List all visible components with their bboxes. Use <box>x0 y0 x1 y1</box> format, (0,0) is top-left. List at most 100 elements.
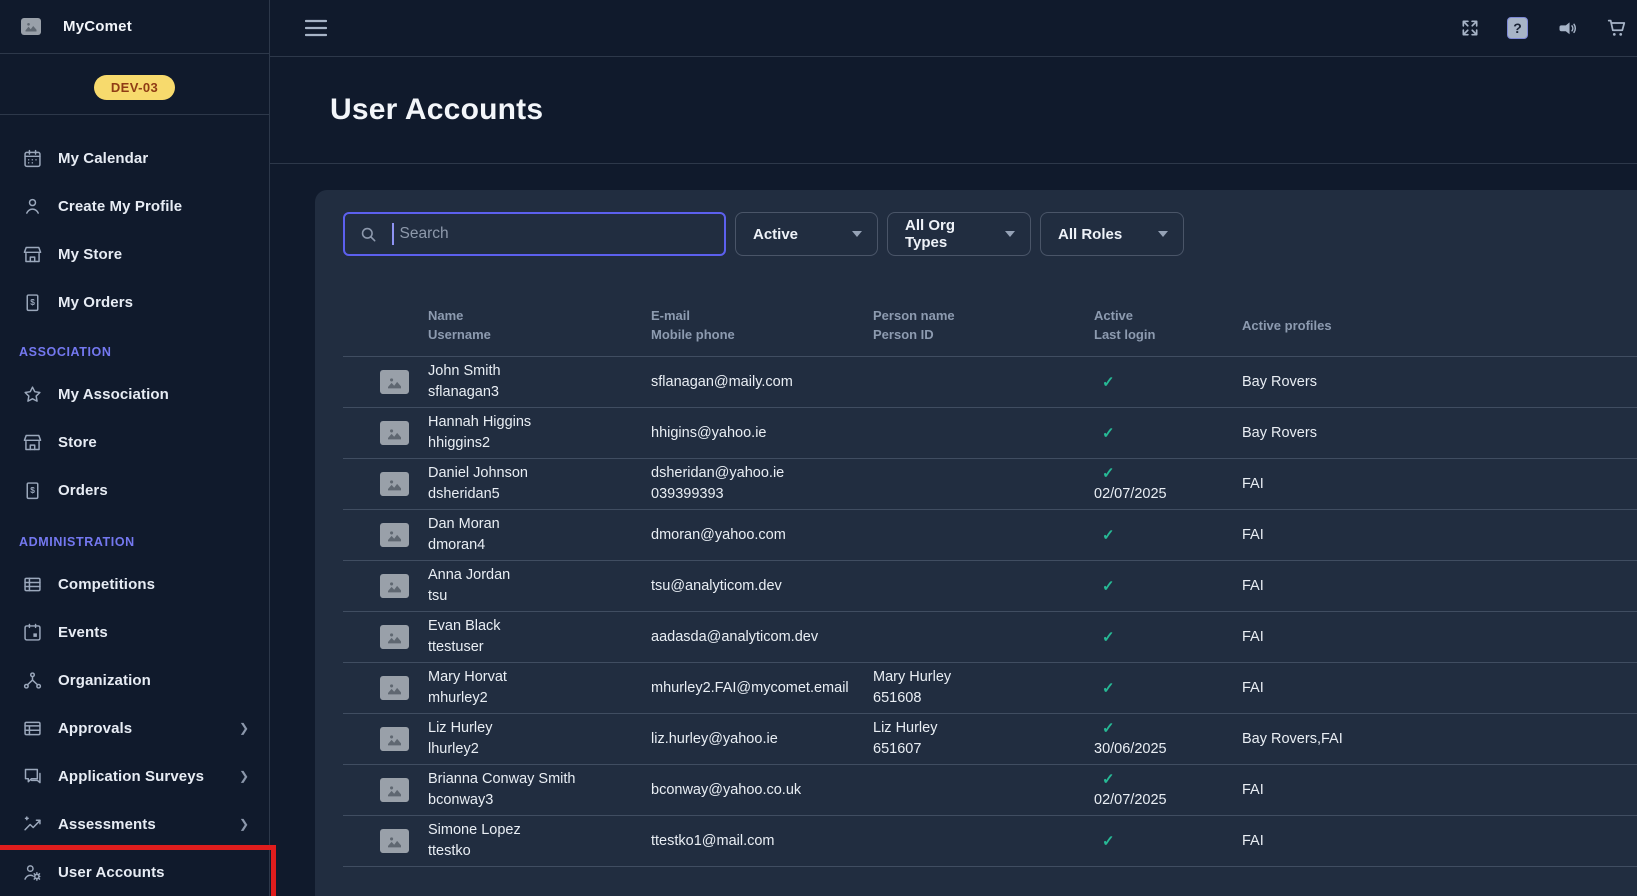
table-list-icon <box>22 574 43 595</box>
announcements-icon[interactable] <box>1555 18 1578 39</box>
help-icon[interactable] <box>1507 17 1528 39</box>
email-cell: hhigins@yahoo.ie <box>651 423 873 444</box>
table-row[interactable]: Hannah Higgins hhiggins2 hhigins@yahoo.i… <box>343 408 1637 459</box>
content-area: Active All Org Types All Roles <box>270 164 1637 896</box>
table-row[interactable]: Daniel Johnson dsheridan5 dsheridan@yaho… <box>343 459 1637 510</box>
storefront-icon <box>22 244 43 265</box>
sidebar-item-application-surveys[interactable]: Application Surveys <box>0 752 269 800</box>
avatar-placeholder-icon <box>380 829 409 853</box>
status-filter-dropdown[interactable]: Active <box>735 212 878 256</box>
topbar <box>270 0 1637 57</box>
calendar-icon <box>22 148 43 169</box>
sidebar-nav: My Calendar Create My Profile My Store $… <box>0 115 269 896</box>
table-row[interactable]: Liz Hurley lhurley2 liz.hurley@yahoo.ie … <box>343 714 1637 765</box>
app-logo[interactable]: MyComet <box>0 0 269 54</box>
active-profiles-cell: Bay Rovers,FAI <box>1242 729 1637 750</box>
page-title: User Accounts <box>330 93 1637 127</box>
app-title: MyComet <box>63 18 132 35</box>
sidebar-item-events[interactable]: Events <box>0 608 269 656</box>
storefront-icon <box>22 432 43 453</box>
table-row[interactable]: Mary Horvat mhurley2 mhurley2.FAI@mycome… <box>343 663 1637 714</box>
sidebar-item-my-association[interactable]: My Association <box>0 370 269 418</box>
last-login: 02/07/2025 <box>1094 484 1242 505</box>
username: ttestuser <box>428 637 651 658</box>
sidebar-item-my-orders[interactable]: $ My Orders <box>0 278 269 326</box>
search-input[interactable] <box>400 225 713 243</box>
email-cell: dmoran@yahoo.com <box>651 525 873 546</box>
shopping-cart-icon[interactable] <box>1605 17 1628 39</box>
sidebar-item-orders[interactable]: $ Orders <box>0 466 269 514</box>
sidebar-item-create-my-profile[interactable]: Create My Profile <box>0 182 269 230</box>
email: mhurley2.FAI@mycomet.email <box>651 678 873 699</box>
sidebar-item-competitions[interactable]: Competitions <box>0 560 269 608</box>
email-cell: liz.hurley@yahoo.ie <box>651 729 873 750</box>
avatar-placeholder-icon <box>380 625 409 649</box>
chevron-down-icon <box>852 231 862 237</box>
sidebar-item-approvals[interactable]: Approvals <box>0 704 269 752</box>
sidebar-item-assessments[interactable]: Assessments <box>0 800 269 848</box>
page-header: User Accounts <box>270 57 1637 164</box>
name-cell: Daniel Johnson dsheridan5 <box>428 463 651 505</box>
name-cell: Hannah Higgins hhiggins2 <box>428 412 651 454</box>
sidebar-item-label: My Association <box>58 386 249 403</box>
environment-badge-row: DEV-03 <box>0 54 269 115</box>
email-cell: tsu@analyticom.dev <box>651 576 873 597</box>
name-cell: Dan Moran dmoran4 <box>428 514 651 556</box>
email: dmoran@yahoo.com <box>651 525 873 546</box>
avatar-placeholder-icon <box>380 472 409 496</box>
hamburger-menu-icon[interactable] <box>305 19 327 37</box>
active-cell: 02/07/2025 <box>1094 769 1242 811</box>
table-body: John Smith sflanagan3 sflanagan@maily.co… <box>343 357 1637 867</box>
search-icon <box>359 225 378 244</box>
chevron-right-icon <box>239 769 249 783</box>
active-profiles: FAI <box>1242 578 1264 594</box>
username: ttestko <box>428 841 651 862</box>
user-full-name: Anna Jordan <box>428 565 651 586</box>
sidebar-item-my-store[interactable]: My Store <box>0 230 269 278</box>
chevron-right-icon <box>239 721 249 735</box>
table-row[interactable]: Dan Moran dmoran4 dmoran@yahoo.com FAI <box>343 510 1637 561</box>
forum-icon <box>22 766 43 787</box>
sidebar-item-user-accounts[interactable]: User Accounts <box>0 848 269 896</box>
active-profiles-cell: Bay Rovers <box>1242 372 1637 393</box>
table-row[interactable]: Brianna Conway Smith bconway3 bconway@ya… <box>343 765 1637 816</box>
table-row[interactable]: John Smith sflanagan3 sflanagan@maily.co… <box>343 357 1637 408</box>
role-filter-dropdown[interactable]: All Roles <box>1040 212 1184 256</box>
avatar-placeholder-icon <box>380 370 409 394</box>
sidebar-item-label: Assessments <box>58 816 224 833</box>
table-row[interactable]: Simone Lopez ttestko ttestko1@mail.com F… <box>343 816 1637 867</box>
sidebar-item-label: My Store <box>58 246 249 263</box>
trending-chart-icon <box>22 814 43 835</box>
search-box <box>343 212 726 256</box>
sidebar: MyComet DEV-03 My Calendar Create My Pro… <box>0 0 270 896</box>
name-cell: John Smith sflanagan3 <box>428 361 651 403</box>
logo-image-placeholder-icon <box>21 18 41 35</box>
chevron-right-icon <box>239 817 249 831</box>
username: sflanagan3 <box>428 382 651 403</box>
active-profiles: FAI <box>1242 833 1264 849</box>
org-hierarchy-icon <box>22 670 43 691</box>
person-cell: Mary Hurley 651608 <box>873 667 1094 709</box>
sidebar-item-label: Create My Profile <box>58 198 249 215</box>
active-cell <box>1094 831 1242 852</box>
table-row[interactable]: Evan Black ttestuser aadasda@analyticom.… <box>343 612 1637 663</box>
app-root: MyComet DEV-03 My Calendar Create My Pro… <box>0 0 1637 896</box>
email: liz.hurley@yahoo.ie <box>651 729 873 750</box>
active-profiles-cell: FAI <box>1242 678 1637 699</box>
user-accounts-card: Active All Org Types All Roles <box>315 190 1637 896</box>
user-full-name: Brianna Conway Smith <box>428 769 651 790</box>
sidebar-item-label: Approvals <box>58 720 224 737</box>
email-cell: bconway@yahoo.co.uk <box>651 780 873 801</box>
sidebar-item-label: Store <box>58 434 249 451</box>
sidebar-item-store[interactable]: Store <box>0 418 269 466</box>
table-row[interactable]: Anna Jordan tsu tsu@analyticom.dev FAI <box>343 561 1637 612</box>
fullscreen-icon[interactable] <box>1460 18 1480 38</box>
main-area: User Accounts Active All Org Types <box>270 0 1637 896</box>
active-check-icon <box>1094 372 1242 393</box>
sidebar-item-my-calendar[interactable]: My Calendar <box>0 134 269 182</box>
org-type-filter-dropdown[interactable]: All Org Types <box>887 212 1031 256</box>
active-profiles-cell: FAI <box>1242 627 1637 648</box>
active-check-icon <box>1094 769 1242 790</box>
receipt-icon: $ <box>22 480 43 501</box>
sidebar-item-organization[interactable]: Organization <box>0 656 269 704</box>
